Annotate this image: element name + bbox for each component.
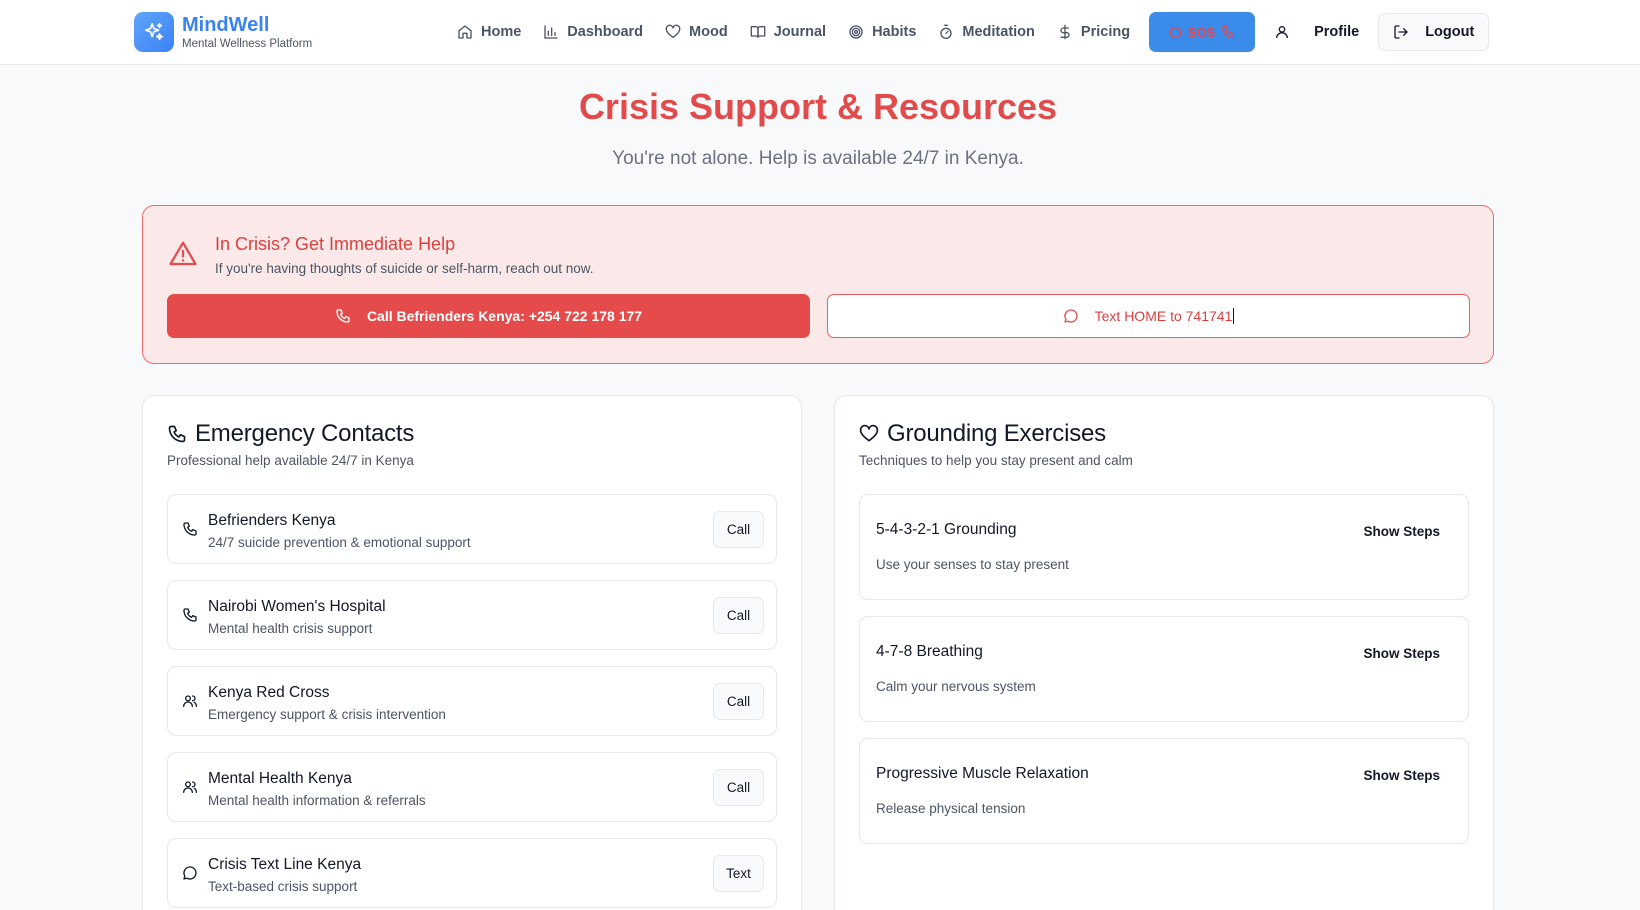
call-button[interactable]: Call [713, 511, 764, 548]
nav-item-mood[interactable]: Mood [654, 12, 739, 52]
call-button[interactable]: Call [713, 769, 764, 806]
home-icon [457, 24, 481, 40]
contact-item: Mental Health Kenya Mental health inform… [167, 752, 777, 822]
nav-item-meditation[interactable]: Meditation [927, 12, 1046, 52]
card-title: Emergency Contacts [195, 420, 415, 447]
phone-icon [1215, 25, 1241, 39]
show-steps-button[interactable]: Show Steps [1351, 635, 1452, 671]
call-button[interactable]: Call [713, 597, 764, 634]
phone-icon [182, 607, 198, 623]
call-befrienders-button[interactable]: Call Befrienders Kenya: +254 722 178 177 [167, 294, 810, 338]
contact-name: Crisis Text Line Kenya [208, 856, 362, 873]
heart-icon [859, 424, 887, 444]
nav-label: Dashboard [567, 24, 644, 40]
crisis-description: If you're having thoughts of suicide or … [215, 261, 594, 276]
emergency-contacts-card: Emergency Contacts Professional help ava… [142, 395, 802, 910]
text-button-label: Text HOME to 741741 [1094, 308, 1233, 324]
contact-description: 24/7 suicide prevention & emotional supp… [208, 535, 471, 550]
contact-item: Befrienders Kenya 24/7 suicide preventio… [167, 494, 777, 564]
nav-item-journal[interactable]: Journal [739, 12, 837, 52]
page-subtitle: You're not alone. Help is available 24/7… [612, 148, 1024, 169]
phone-icon [167, 424, 195, 444]
exercise-description: Release physical tension [876, 801, 1026, 816]
phone-icon [335, 308, 367, 324]
grounding-exercises-card: Grounding Exercises Techniques to help y… [834, 395, 1494, 910]
nav-label: Home [481, 24, 522, 40]
exercise-item: 4-7-8 Breathing Calm your nervous system… [859, 616, 1469, 722]
user-icon [1274, 24, 1298, 40]
book-icon [750, 24, 774, 40]
exercise-item: Progressive Muscle Relaxation Release ph… [859, 738, 1469, 844]
contact-name: Kenya Red Cross [208, 684, 330, 701]
show-steps-button[interactable]: Show Steps [1351, 757, 1452, 793]
contact-name: Befrienders Kenya [208, 512, 336, 529]
timer-icon [938, 24, 962, 40]
call-button[interactable]: Call [713, 683, 764, 720]
logout-label: Logout [1425, 24, 1475, 40]
contact-item: Nairobi Women's Hospital Mental health c… [167, 580, 777, 650]
crisis-title: In Crisis? Get Immediate Help [215, 234, 456, 254]
nav-item-profile[interactable]: Profile [1263, 12, 1370, 52]
exercise-name: 5-4-3-2-1 Grounding [876, 521, 1017, 538]
nav-item-dashboard[interactable]: Dashboard [532, 12, 654, 52]
card-subtitle: Professional help available 24/7 in Keny… [167, 453, 414, 468]
contact-description: Mental health information & referrals [208, 793, 426, 808]
users-icon [182, 779, 198, 795]
exercise-name: 4-7-8 Breathing [876, 643, 983, 660]
heart-icon [665, 24, 689, 40]
sos-label: SOS [1187, 24, 1216, 40]
exercise-description: Use your senses to stay present [876, 557, 1069, 572]
contact-description: Mental health crisis support [208, 621, 373, 636]
exercise-name: Progressive Muscle Relaxation [876, 765, 1089, 782]
sos-button[interactable]: SOS [1149, 12, 1256, 52]
nav-item-habits[interactable]: Habits [837, 12, 927, 52]
text-home-button[interactable]: Text HOME to 741741 [827, 294, 1470, 338]
alert-circle-icon [1163, 26, 1188, 39]
alert-triangle-icon [167, 239, 199, 269]
main-nav: Home Dashboard Mood Journal Habits Medit… [446, 12, 1490, 52]
nav-label: Profile [1314, 24, 1360, 40]
users-icon [182, 693, 198, 709]
card-title: Grounding Exercises [887, 420, 1106, 447]
contact-name: Nairobi Women's Hospital [208, 598, 386, 615]
target-icon [848, 24, 872, 40]
contact-item: Crisis Text Line Kenya Text-based crisis… [167, 838, 777, 908]
brand-tagline: Mental Wellness Platform [182, 38, 313, 50]
nav-label: Habits [872, 24, 917, 40]
nav-label: Pricing [1080, 24, 1131, 40]
contact-item: Kenya Red Cross Emergency support & cris… [167, 666, 777, 736]
nav-item-pricing[interactable]: Pricing [1046, 12, 1141, 52]
message-circle-icon [182, 865, 198, 881]
logout-icon [1393, 24, 1425, 40]
call-button-label: Call Befrienders Kenya: +254 722 178 177 [366, 308, 643, 324]
message-circle-icon [1063, 308, 1095, 324]
phone-icon [182, 521, 198, 537]
contact-description: Emergency support & crisis intervention [208, 707, 446, 722]
exercise-description: Calm your nervous system [876, 679, 1036, 694]
dollar-icon [1057, 24, 1081, 40]
nav-label: Journal [773, 24, 827, 40]
card-subtitle: Techniques to help you stay present and … [859, 453, 1133, 468]
logout-button[interactable]: Logout [1378, 13, 1490, 51]
brand[interactable]: MindWell Mental Wellness Platform [134, 12, 312, 52]
bar-chart-icon [543, 24, 567, 40]
brand-name: MindWell [182, 14, 270, 36]
crisis-alert-panel: In Crisis? Get Immediate Help If you're … [142, 205, 1494, 364]
show-steps-button[interactable]: Show Steps [1351, 513, 1452, 549]
exercise-item: 5-4-3-2-1 Grounding Use your senses to s… [859, 494, 1469, 600]
nav-label: Mood [689, 24, 728, 40]
contact-name: Mental Health Kenya [208, 770, 352, 787]
nav-label: Meditation [962, 24, 1035, 40]
text-button[interactable]: Text [713, 855, 764, 892]
contact-description: Text-based crisis support [208, 879, 358, 894]
sparkles-icon [134, 12, 174, 52]
top-navbar: MindWell Mental Wellness Platform Home D… [0, 0, 1640, 65]
text-cursor [1233, 308, 1235, 324]
page-title: Crisis Support & Resources [578, 86, 1058, 127]
nav-item-home[interactable]: Home [446, 12, 532, 52]
